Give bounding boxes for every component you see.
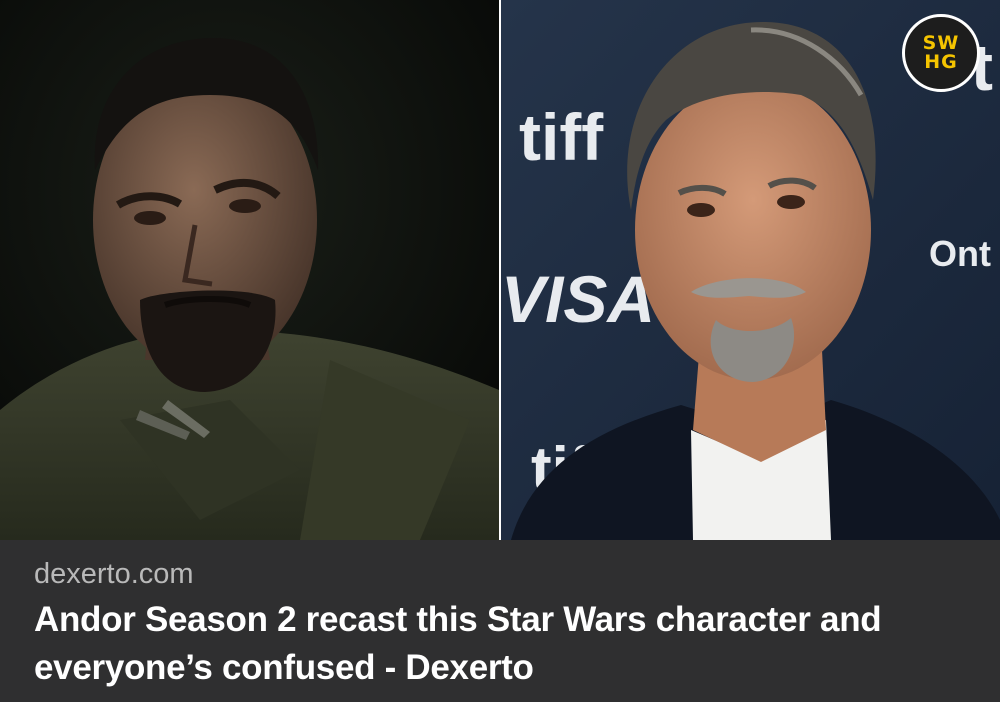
- backdrop-visa-logo: VISA: [501, 262, 655, 336]
- news-card[interactable]: tiff VISA tiff Ont t: [0, 0, 1000, 702]
- caption-area[interactable]: dexerto.com Andor Season 2 recast this S…: [0, 540, 1000, 702]
- article-headline[interactable]: Andor Season 2 recast this Star Wars cha…: [34, 596, 974, 692]
- watermark-logo-text: SW HG: [922, 32, 960, 73]
- source-domain[interactable]: dexerto.com: [34, 558, 194, 591]
- thumbnail-collage[interactable]: tiff VISA tiff Ont t: [0, 0, 1000, 540]
- backdrop-ont-text: Ont: [929, 233, 991, 274]
- left-photo-illustration: [0, 0, 499, 540]
- left-photo: [0, 0, 499, 540]
- watermark-logo: SW HG: [902, 14, 980, 92]
- backdrop-tiff-logo: tiff: [519, 100, 604, 174]
